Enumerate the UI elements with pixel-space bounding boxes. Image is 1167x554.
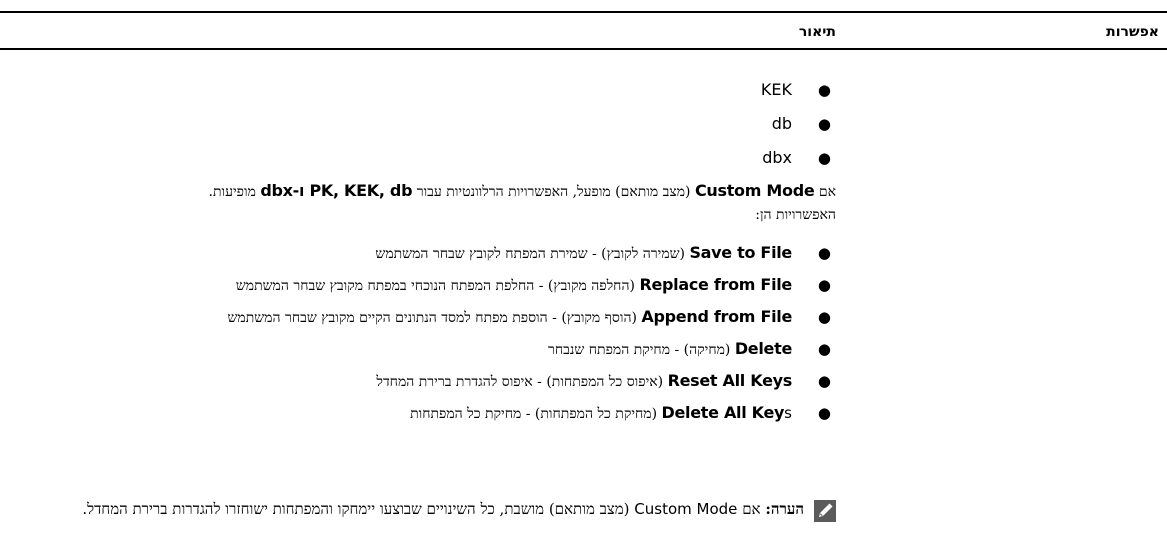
bullet-icon: ● <box>817 340 831 358</box>
option-label: Save to File <box>689 243 792 262</box>
list-item: ● Replace from File (החלפה מקובץ) - החלפת… <box>6 275 836 295</box>
list-item: ● Reset All Keys (איפוס כל המפתחות) - איפ… <box>6 371 836 391</box>
note-lead: אם <box>742 500 761 518</box>
option-description: (מחיקה) - מחיקת המפתח שנבחר <box>547 342 731 358</box>
options-list: ● Save to File (שמירה לקובץ) - שמירת המפת… <box>6 243 836 423</box>
list-item: ● db <box>6 114 836 134</box>
option-label: Append from File <box>641 307 792 326</box>
option-description: (איפוס כל המפתחות) - איפוס להגדרת ברירת … <box>376 374 664 390</box>
list-item: ● Delete All Keys (מחיקת כל המפתחות) - מח… <box>6 403 836 423</box>
bullet-icon: ● <box>817 81 831 99</box>
option-description: (מחיקת כל המפתחות) - מחיקת כל המפתחות <box>410 406 658 422</box>
option-label: Replace from File <box>639 275 792 294</box>
option-label: Reset All Keys <box>667 371 793 390</box>
custom-mode-paragraph: אם Custom Mode (מצב מותאם) מופעל, האפשרו… <box>6 179 837 227</box>
list-item: ● KEK <box>6 80 836 100</box>
note-label: הערה: <box>765 500 804 518</box>
list-item: ● Append from File (הוסף מקובץ) - הוספת מ… <box>6 307 836 327</box>
list-item: ● Delete (מחיקה) - מחיקת המפתח שנבחר <box>6 339 836 359</box>
custom-mode-term: Custom Mode <box>694 181 815 200</box>
note-mode-term: Custom Mode <box>634 500 738 518</box>
column-header-option: אפשרות <box>1106 24 1159 40</box>
table-header-rule <box>0 48 1167 50</box>
paragraph-line2: האפשרויות הן: <box>755 207 836 223</box>
note-text: הערה: אם Custom Mode (מצב מותאם) מושבת, … <box>6 498 836 521</box>
option-description: (החלפה מקובץ) - החלפת המפתח הנוכחי במפתח… <box>235 278 635 294</box>
pencil-note-icon <box>814 500 836 522</box>
list-item: ● Save to File (שמירה לקובץ) - שמירת המפת… <box>6 243 836 263</box>
key-name: db <box>771 114 792 133</box>
paragraph-middle: (מצב מותאם) מופעל, האפשרויות הרלוונטיות … <box>416 184 691 200</box>
bullet-icon: ● <box>817 115 831 133</box>
key-list: ● KEK ● db ● dbx <box>6 80 836 168</box>
option-description: (הוסף מקובץ) - הוספת מפתח למסד הנתונים ה… <box>227 310 637 326</box>
paragraph-lead: אם <box>818 184 836 200</box>
bullet-icon: ● <box>817 276 831 294</box>
paragraph-tail: מופיעות. <box>208 184 256 200</box>
option-label-suffix: s <box>784 404 792 422</box>
option-label: Delete All Key <box>661 403 785 422</box>
bullet-icon: ● <box>817 308 831 326</box>
note-box: הערה: אם Custom Mode (מצב מותאם) מושבת, … <box>6 498 836 522</box>
bullet-icon: ● <box>817 372 831 390</box>
key-name: dbx <box>762 148 792 167</box>
bullet-icon: ● <box>817 149 831 167</box>
option-description: (שמירה לקובץ) - שמירת המפתח לקובץ שבחר ה… <box>375 246 685 262</box>
description-cell: ● KEK ● db ● dbx אם Custom Mode (מצב מותאם)… <box>6 60 837 435</box>
table-top-rule <box>0 11 1167 13</box>
note-body: (מצב מותאם) מושבת, כל השינויים שבוצעו יי… <box>82 500 630 518</box>
option-label: Delete <box>734 339 792 358</box>
key-list-term: PK, KEK, db ו-dbx <box>260 181 413 200</box>
bullet-icon: ● <box>817 244 831 262</box>
list-item: ● dbx <box>6 148 836 168</box>
column-header-description: תיאור <box>798 24 836 40</box>
key-name: KEK <box>760 80 792 99</box>
bullet-icon: ● <box>817 404 831 422</box>
